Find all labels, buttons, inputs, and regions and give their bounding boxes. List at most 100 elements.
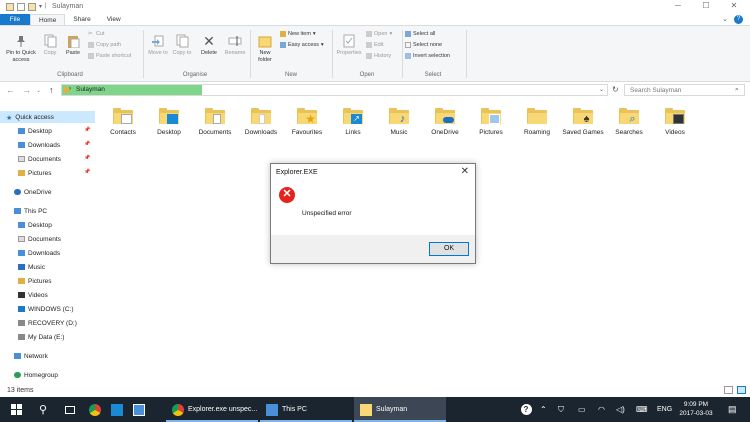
nav-pc-videos[interactable]: Videos xyxy=(18,289,48,301)
select-none-button[interactable]: Select none xyxy=(405,42,450,48)
taskbar-window-error[interactable]: Explorer.exe unspec... xyxy=(166,397,258,422)
nav-pc-downloads[interactable]: Downloads xyxy=(18,247,60,259)
help-icon[interactable]: ? xyxy=(734,15,743,24)
show-hidden-icons-button[interactable]: ⌃ xyxy=(540,397,547,422)
minimize-button[interactable]: ─ xyxy=(664,0,692,14)
app-taskbar-button[interactable] xyxy=(128,397,150,422)
recent-locations-button[interactable]: ⌄ xyxy=(36,87,41,94)
tray-app-button[interactable]: ▭ xyxy=(578,397,586,422)
taskbar-window-this-pc[interactable]: This PC xyxy=(260,397,352,422)
task-view-button[interactable] xyxy=(60,397,80,422)
folder-item[interactable]: ♪ Music xyxy=(376,108,422,137)
details-view-button[interactable] xyxy=(724,386,733,394)
folder-item[interactable]: Desktop xyxy=(146,108,192,137)
chevron-down-icon[interactable]: ⌄ xyxy=(722,15,728,23)
nav-pc-drive-d[interactable]: RECOVERY (D:) xyxy=(18,317,77,329)
new-item-button[interactable]: New item ▾ xyxy=(280,31,324,37)
nav-pc-documents[interactable]: Documents xyxy=(18,233,61,245)
chevron-up-icon: ⌃ xyxy=(540,405,547,414)
tray-app-button[interactable]: ⛉ xyxy=(558,397,564,422)
nav-pc-desktop[interactable]: Desktop xyxy=(18,219,52,231)
pin-to-quick-access-button[interactable]: Pin to Quick access xyxy=(3,34,39,64)
start-button[interactable] xyxy=(5,397,27,422)
nav-quick-documents[interactable]: Documents xyxy=(18,153,61,165)
nav-homegroup[interactable]: Homegroup xyxy=(14,369,58,381)
chrome-taskbar-button[interactable] xyxy=(84,397,106,422)
chevron-down-icon[interactable]: ▾ xyxy=(39,3,42,11)
search-button[interactable]: ⚲ xyxy=(33,397,53,422)
nav-pc-music[interactable]: Music xyxy=(18,261,45,273)
taskbar-window-sulayman[interactable]: Sulayman xyxy=(354,397,446,422)
copy-button[interactable]: Copy xyxy=(40,34,60,57)
move-to-label: Move to xyxy=(148,50,168,56)
ok-button[interactable]: OK xyxy=(429,242,469,256)
nav-onedrive[interactable]: OneDrive xyxy=(14,186,51,198)
nav-label: Homegroup xyxy=(24,371,58,379)
copy-to-button[interactable]: Copy to xyxy=(171,34,193,57)
wifi-button[interactable]: ◠ xyxy=(598,397,605,422)
nav-pc-drive-e[interactable]: My Data (E:) xyxy=(18,331,64,343)
new-folder-icon[interactable] xyxy=(28,3,36,11)
folder-item[interactable]: ⌕ Searches xyxy=(606,108,652,137)
back-button[interactable]: ← xyxy=(6,85,15,95)
close-button[interactable]: ✕ xyxy=(720,0,748,14)
folder-item[interactable]: ★ Favourites xyxy=(284,108,330,137)
nav-quick-desktop[interactable]: Desktop xyxy=(18,125,52,137)
paste-shortcut-button[interactable]: Paste shortcut xyxy=(88,53,131,59)
open-button[interactable]: Open ▾ xyxy=(366,31,392,37)
folder-item[interactable]: Contacts xyxy=(100,108,146,137)
nav-pc-pictures[interactable]: Pictures xyxy=(18,275,51,287)
dialog-close-button[interactable]: ✕ xyxy=(461,166,469,177)
chevron-down-icon: ▾ xyxy=(320,42,324,48)
app-taskbar-button[interactable] xyxy=(108,397,126,422)
folder-item[interactable]: Roaming xyxy=(514,108,560,137)
address-bar[interactable]: › Sulayman ⌄ xyxy=(61,84,608,96)
folder-icon xyxy=(6,3,14,11)
history-button[interactable]: History xyxy=(366,53,392,59)
action-center-button[interactable]: ▤ xyxy=(728,397,737,422)
easy-access-button[interactable]: Easy access ▾ xyxy=(280,42,324,48)
rename-button[interactable]: Rename xyxy=(222,34,248,57)
search-input[interactable]: Search Sulayman ⌕ xyxy=(624,84,745,96)
copy-label: Copy xyxy=(43,50,57,56)
folder-item[interactable]: Documents xyxy=(192,108,238,137)
invert-selection-button[interactable]: Invert selection xyxy=(405,53,450,59)
copy-path-button[interactable]: Copy path xyxy=(88,42,131,48)
folder-item[interactable]: Downloads xyxy=(238,108,284,137)
select-all-button[interactable]: Select all xyxy=(405,31,450,37)
large-icons-view-button[interactable] xyxy=(737,386,746,394)
folder-item[interactable]: Pictures xyxy=(468,108,514,137)
nav-quick-downloads[interactable]: Downloads xyxy=(18,139,60,151)
nav-this-pc[interactable]: This PC xyxy=(14,205,47,217)
nav-pc-drive-c[interactable]: WINDOWS (C:) xyxy=(18,303,74,315)
folder-item[interactable]: Videos xyxy=(652,108,698,137)
folder-label: Searches xyxy=(615,129,643,136)
keyboard-button[interactable]: ⌨ xyxy=(636,397,648,422)
properties-icon[interactable] xyxy=(17,3,25,11)
address-path[interactable]: Sulayman xyxy=(76,86,105,93)
help-tray-button[interactable]: ? xyxy=(518,397,534,422)
folder-item[interactable]: ↗ Links xyxy=(330,108,376,137)
nav-network[interactable]: Network xyxy=(14,350,48,362)
up-button[interactable]: ↑ xyxy=(49,85,54,95)
nav-quick-pictures[interactable]: Pictures xyxy=(18,167,51,179)
edit-button[interactable]: Edit xyxy=(366,42,392,48)
delete-button[interactable]: ✕ Delete xyxy=(198,34,220,57)
chevron-down-icon[interactable]: ⌄ xyxy=(599,86,604,93)
cut-button[interactable]: ✂ Cut xyxy=(88,31,131,37)
folder-item[interactable]: OneDrive xyxy=(422,108,468,137)
nav-quick-access[interactable]: ★ Quick access xyxy=(0,111,95,123)
refresh-icon[interactable]: ↻ xyxy=(612,85,619,94)
paste-button[interactable]: Paste xyxy=(62,34,84,57)
clock[interactable]: 9:09 PM 2017-03-03 xyxy=(676,400,716,418)
properties-button[interactable]: Properties xyxy=(334,34,364,57)
new-folder-button[interactable]: New folder xyxy=(253,34,277,64)
volume-button[interactable]: ◁) xyxy=(616,397,625,422)
chevron-right-icon[interactable]: › xyxy=(69,86,71,92)
maximize-button[interactable]: ☐ xyxy=(692,0,720,14)
folder-item[interactable]: ♠ Saved Games xyxy=(560,108,606,137)
scissors-icon: ✂ xyxy=(88,31,93,37)
move-to-button[interactable]: Move to xyxy=(147,34,169,57)
language-button[interactable]: ENG xyxy=(657,397,672,422)
forward-button[interactable]: → xyxy=(22,85,31,95)
